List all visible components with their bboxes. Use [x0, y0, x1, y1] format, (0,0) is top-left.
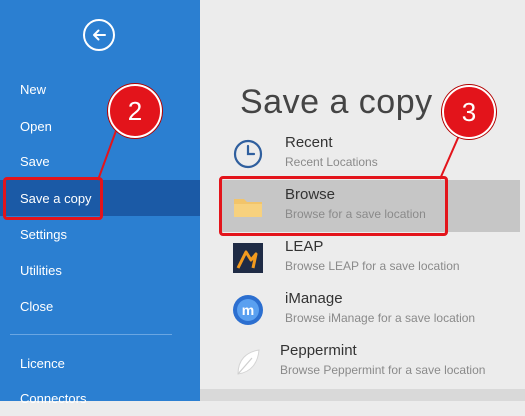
bottom-band [200, 389, 525, 401]
option-leap[interactable]: LEAP Browse LEAP for a save location [220, 232, 525, 284]
callout-number: 2 [127, 95, 143, 126]
option-subtitle: Browse Peppermint for a save location [280, 363, 486, 377]
sidebar-item-label: Connectors [20, 390, 87, 406]
option-title: Peppermint [280, 342, 357, 359]
option-title: iManage [285, 290, 343, 307]
option-title: Recent [285, 134, 333, 151]
imanage-logo-icon: m [233, 295, 263, 325]
callout-badge-2: 2 [108, 84, 162, 138]
page-title: Save a copy [240, 83, 433, 121]
sidebar-item-utilities[interactable]: Utilities [0, 252, 200, 288]
sidebar-item-connectors[interactable]: Connectors [0, 380, 200, 416]
highlight-box-save-a-copy [3, 177, 103, 220]
sidebar-item-label: Close [20, 298, 54, 314]
svg-text:m: m [242, 302, 254, 318]
highlight-box-browse [219, 176, 448, 236]
sidebar-item-licence[interactable]: Licence [0, 345, 200, 381]
sidebar-item-label: Utilities [20, 262, 62, 278]
option-imanage[interactable]: m iManage Browse iManage for a save loca… [220, 284, 525, 336]
sidebar-divider [10, 334, 172, 335]
option-subtitle: Browse LEAP for a save location [285, 259, 460, 273]
clock-icon [233, 139, 263, 169]
back-arrow-icon [93, 29, 106, 41]
sidebar-item-label: Save [20, 153, 50, 169]
leap-logo-icon [233, 243, 263, 273]
sidebar-item-new[interactable]: New [0, 71, 200, 107]
back-button[interactable] [83, 19, 115, 51]
sidebar-item-label: New [20, 81, 47, 97]
option-subtitle: Browse iManage for a save location [285, 311, 476, 325]
peppermint-leaf-icon [237, 349, 260, 375]
sidebar-item-save[interactable]: Save [0, 143, 200, 179]
callout-badge-3: 3 [442, 85, 496, 139]
sidebar-item-label: Open [20, 118, 52, 134]
option-peppermint[interactable]: Peppermint Browse Peppermint for a save … [220, 336, 525, 388]
sidebar-item-close[interactable]: Close [0, 288, 200, 324]
sidebar-item-open[interactable]: Open [0, 108, 200, 144]
sidebar-item-settings[interactable]: Settings [0, 216, 200, 252]
sidebar-item-label: Licence [20, 355, 65, 371]
option-subtitle: Recent Locations [285, 155, 378, 169]
option-title: LEAP [285, 238, 324, 255]
sidebar-item-label: Settings [20, 226, 67, 242]
callout-number: 3 [461, 96, 477, 127]
